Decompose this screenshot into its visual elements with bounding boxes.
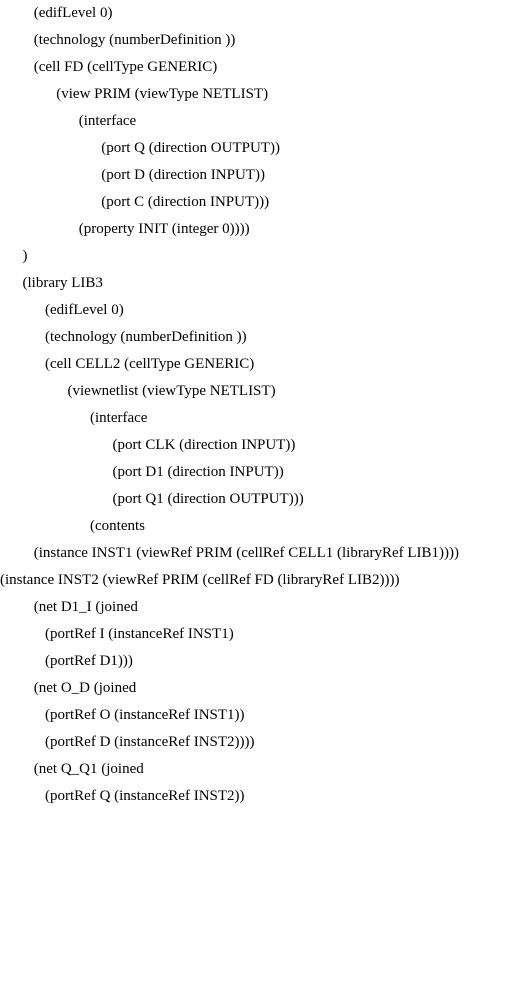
code-line: (net O_D (joined	[0, 675, 527, 702]
code-line: (port C (direction INPUT)))	[0, 189, 527, 216]
code-line: (cell FD (cellType GENERIC)	[0, 54, 527, 81]
code-line: (viewnetlist (viewType NETLIST)	[0, 378, 527, 405]
code-line: (view PRIM (viewType NETLIST)	[0, 81, 527, 108]
code-line: (port D (direction INPUT))	[0, 162, 527, 189]
code-line: (port D1 (direction INPUT))	[0, 459, 527, 486]
code-line: (portRef I (instanceRef INST1)	[0, 621, 527, 648]
code-line: (cell CELL2 (cellType GENERIC)	[0, 351, 527, 378]
code-line: (portRef D (instanceRef INST2))))	[0, 729, 527, 756]
code-line: (port Q1 (direction OUTPUT)))	[0, 486, 527, 513]
code-line: (instance INST2 (viewRef PRIM (cellRef F…	[0, 567, 527, 594]
code-line: (net Q_Q1 (joined	[0, 756, 527, 783]
code-line: )	[0, 243, 527, 270]
code-line: (portRef D1)))	[0, 648, 527, 675]
code-line: (portRef O (instanceRef INST1))	[0, 702, 527, 729]
code-line: (library LIB3	[0, 270, 527, 297]
lines-container: (edifLevel 0) (technology (numberDefinit…	[0, 0, 527, 810]
code-line: (instance INST1 (viewRef PRIM (cellRef C…	[0, 540, 527, 567]
code-line: (net D1_I (joined	[0, 594, 527, 621]
code-line: (property INIT (integer 0))))	[0, 216, 527, 243]
code-line: (edifLevel 0)	[0, 0, 527, 27]
code-line: (portRef Q (instanceRef INST2))	[0, 783, 527, 810]
code-line: (technology (numberDefinition ))	[0, 27, 527, 54]
code-line: (interface	[0, 108, 527, 135]
code-line: (port CLK (direction INPUT))	[0, 432, 527, 459]
code-line: (edifLevel 0)	[0, 297, 527, 324]
code-line: (port Q (direction OUTPUT))	[0, 135, 527, 162]
code-line: (contents	[0, 513, 527, 540]
code-listing: { "lines": [ { "indent": 3, "text": "(ed…	[0, 0, 527, 810]
code-line: (technology (numberDefinition ))	[0, 324, 527, 351]
code-line: (interface	[0, 405, 527, 432]
